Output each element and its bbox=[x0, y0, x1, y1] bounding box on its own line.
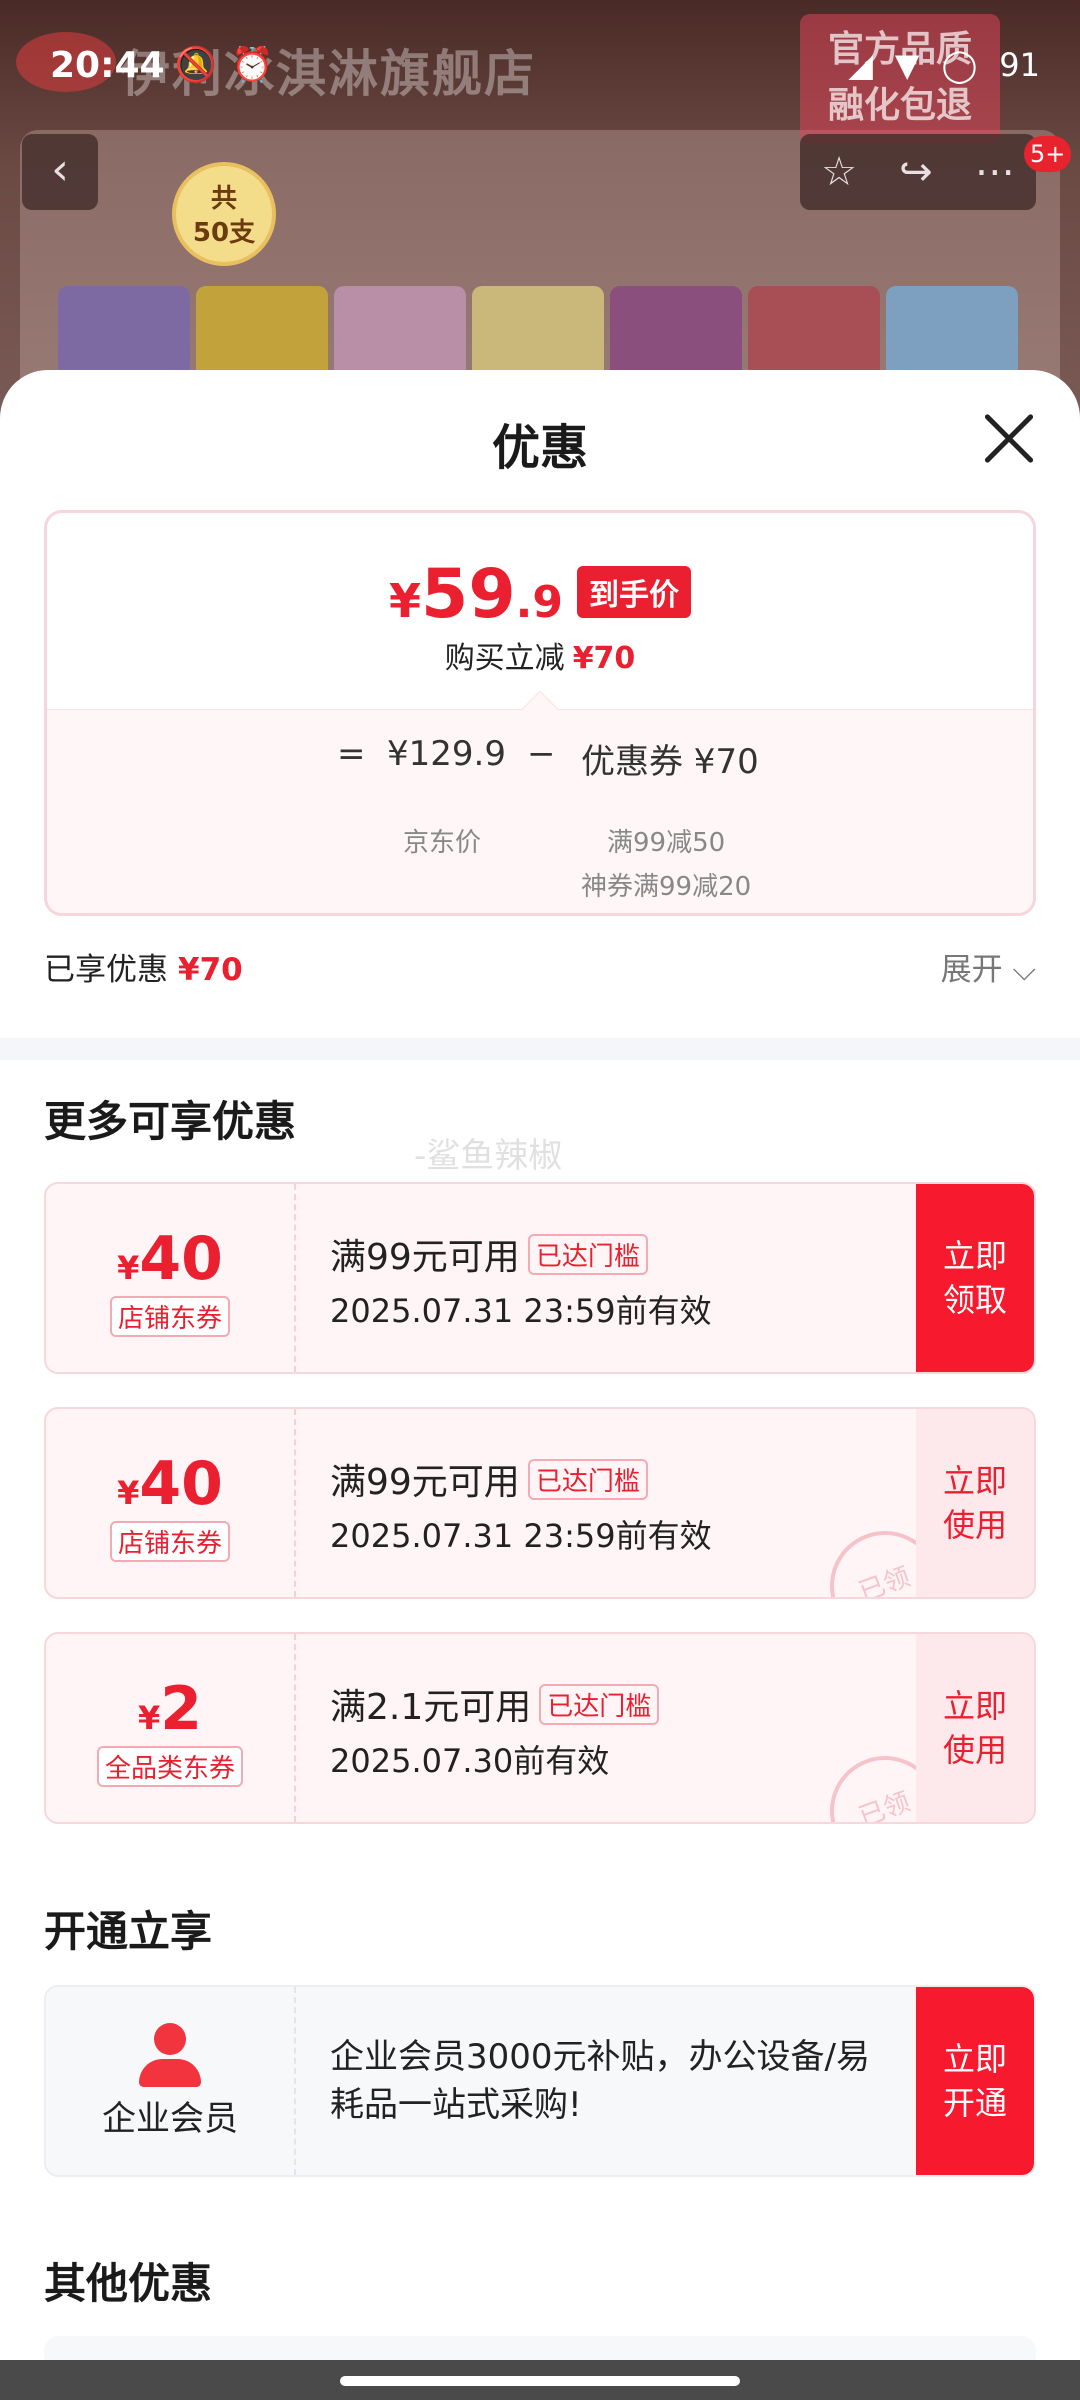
star-icon[interactable]: ☆ bbox=[821, 149, 857, 195]
message-badge: 5+ bbox=[1024, 136, 1072, 172]
action-line-2: 使用 bbox=[942, 1506, 1007, 1544]
wifi-icon: ▼ bbox=[894, 46, 920, 84]
battery-level: 91 bbox=[999, 46, 1040, 84]
member-icon-section: 企业会员 bbox=[46, 1987, 296, 2175]
coupon-card: ¥40 店铺东券 满99元可用 已达门槛 2025.07.31 23:59前有效 … bbox=[44, 1407, 1036, 1599]
coupon-card: ¥40 店铺东券 满99元可用 已达门槛 2025.07.31 23:59前有效 … bbox=[44, 1182, 1036, 1374]
member-label: 企业会员 bbox=[102, 2099, 238, 2139]
coupon-total: 优惠券 ¥70 bbox=[581, 742, 759, 782]
coupon-currency: ¥ bbox=[137, 1699, 161, 1737]
coupon-value: 2 bbox=[160, 1674, 202, 1744]
final-price-tag: 到手价 bbox=[577, 566, 691, 618]
action-line-1: 立即 bbox=[942, 2040, 1007, 2078]
use-coupon-button[interactable]: 立即 使用 bbox=[916, 1634, 1034, 1822]
pack-count-badge: 共 50支 bbox=[172, 162, 276, 266]
coupon-info: 满99元可用 已达门槛 2025.07.31 23:59前有效 bbox=[330, 1228, 712, 1332]
back-button[interactable]: ‹ bbox=[22, 134, 98, 210]
coupon-amount-section: ¥40 店铺东券 bbox=[46, 1409, 296, 1597]
action-line-2: 开通 bbox=[942, 2084, 1007, 2122]
coupon-detail-1: 满99减50 bbox=[607, 828, 726, 858]
final-price-card: ¥ 59 .9 到手价 购买立减 ¥70 = ¥129.9 − 优惠券 ¥70 京… bbox=[44, 510, 1036, 916]
coupon-kind: 店铺东券 bbox=[109, 1521, 230, 1562]
price-currency: ¥ bbox=[389, 574, 422, 628]
threshold-reached-tag: 已达门槛 bbox=[527, 1234, 648, 1275]
section-divider bbox=[0, 1038, 1080, 1060]
coupon-value: 40 bbox=[139, 1449, 223, 1519]
price-summary: ¥ 59 .9 到手价 购买立减 ¥70 bbox=[47, 513, 1033, 709]
claim-coupon-button[interactable]: 立即 领取 bbox=[916, 1184, 1034, 1372]
jd-price-label: 京东价 bbox=[403, 828, 482, 858]
coupon-amount: ¥40 bbox=[46, 1224, 294, 1294]
expand-toggle[interactable]: 展开 ⌵ bbox=[941, 944, 1036, 989]
more-discounts-title: 更多可享优惠 bbox=[44, 1097, 297, 1146]
status-time: 20:44 bbox=[50, 44, 165, 86]
saving-line: 购买立减 ¥70 bbox=[47, 633, 1033, 677]
member-description: 企业会员3000元补贴，办公设备/易耗品一站式采购! bbox=[330, 2037, 870, 2125]
coupon-amount: ¥40 bbox=[46, 1449, 294, 1519]
coupon-value: 40 bbox=[139, 1224, 223, 1294]
coupon-validity: 2025.07.30前有效 bbox=[330, 1742, 610, 1780]
signal-icon: ◢ bbox=[848, 46, 873, 84]
action-line-1: 立即 bbox=[942, 1687, 1007, 1725]
home-gesture-handle[interactable] bbox=[340, 2376, 740, 2386]
open-benefits-title: 开通立享 bbox=[44, 1907, 213, 1956]
threshold-reached-tag: 已达门槛 bbox=[539, 1684, 660, 1725]
enjoyed-value: ¥70 bbox=[178, 952, 243, 988]
enterprise-member-card: 企业会员 企业会员3000元补贴，办公设备/易耗品一站式采购! 立即 开通 bbox=[44, 1985, 1036, 2177]
coupon-validity: 2025.07.31 23:59前有效 bbox=[330, 1517, 712, 1555]
coupon-currency: ¥ bbox=[117, 1249, 140, 1287]
action-line-2: 领取 bbox=[942, 1281, 1007, 1319]
enjoyed-discount: 已享优惠 ¥70 bbox=[44, 944, 243, 989]
coupon-condition: 满99元可用 bbox=[330, 1462, 520, 1503]
coupon-kind: 店铺东券 bbox=[109, 1296, 230, 1337]
coupon-condition: 满99元可用 bbox=[330, 1237, 520, 1278]
coupon-validity: 2025.07.31 23:59前有效 bbox=[330, 1292, 712, 1330]
coupon-info: 满99元可用 已达门槛 2025.07.31 23:59前有效 bbox=[330, 1453, 712, 1557]
threshold-reached-tag: 已达门槛 bbox=[527, 1459, 648, 1500]
price-breakdown: = ¥129.9 − 优惠券 ¥70 京东价 满99减50 神券满99减20 bbox=[47, 690, 1033, 913]
price-integer: 59 bbox=[421, 555, 516, 634]
other-discounts-title: 其他优惠 bbox=[44, 2259, 213, 2308]
equals-sign: = bbox=[337, 734, 366, 774]
discount-sheet: 优惠 ¥ 59 .9 到手价 购买立减 ¥70 = ¥129.9 − 优惠券 ¥7… bbox=[0, 370, 1080, 2360]
coupon-currency: ¥ bbox=[117, 1474, 140, 1512]
more-icon[interactable]: ⋯ bbox=[975, 149, 1015, 195]
coupon-condition: 满2.1元可用 bbox=[330, 1687, 532, 1728]
coupon-detail-2: 神券满99减20 bbox=[581, 872, 752, 902]
price-decimal: .9 bbox=[515, 577, 563, 628]
status-bar: 20:44 🔕 ⏰ ◢ ▼ ◯ 91 bbox=[0, 0, 1080, 130]
coupon-amount-section: ¥2 全品类东券 bbox=[46, 1634, 296, 1822]
share-icon[interactable]: ↪ bbox=[899, 149, 933, 195]
action-line-1: 立即 bbox=[942, 1462, 1007, 1500]
pack-badge-line-1: 共 bbox=[210, 184, 237, 214]
final-price: ¥ 59 .9 到手价 bbox=[47, 555, 1033, 634]
system-navigation-bar bbox=[0, 2360, 1080, 2400]
chevron-left-icon: ‹ bbox=[51, 144, 69, 195]
action-line-1: 立即 bbox=[942, 1237, 1007, 1275]
product-toolbar: ☆ ↪ ⋯ bbox=[800, 134, 1036, 210]
saving-label: 购买立减 bbox=[444, 641, 565, 676]
other-discount-card bbox=[44, 2336, 1036, 2360]
jd-price: ¥129.9 bbox=[387, 734, 506, 774]
mute-icon: 🔕 bbox=[174, 45, 217, 85]
coupon-kind: 全品类东券 bbox=[96, 1746, 243, 1787]
coupon-amount-section: ¥40 店铺东券 bbox=[46, 1184, 296, 1372]
coupon-card: ¥2 全品类东券 满2.1元可用 已达门槛 2025.07.30前有效 已领 立即… bbox=[44, 1632, 1036, 1824]
saving-value: ¥70 bbox=[572, 641, 636, 676]
sheet-header: 优惠 bbox=[0, 370, 1080, 510]
person-icon bbox=[135, 2023, 205, 2087]
battery-icon: ◯ bbox=[941, 46, 978, 84]
alarm-icon: ⏰ bbox=[230, 45, 274, 85]
close-icon[interactable] bbox=[980, 410, 1036, 466]
activate-member-button[interactable]: 立即 开通 bbox=[916, 1987, 1034, 2175]
pack-badge-line-2: 50支 bbox=[192, 218, 256, 248]
watermark: -鲨鱼辣椒 bbox=[414, 1136, 563, 1176]
enjoyed-label: 已享优惠 bbox=[44, 952, 168, 988]
use-coupon-button[interactable]: 立即 使用 bbox=[916, 1409, 1034, 1597]
coupon-amount: ¥2 bbox=[46, 1674, 294, 1744]
coupon-info: 满2.1元可用 已达门槛 2025.07.30前有效 bbox=[330, 1678, 660, 1782]
minus-sign: − bbox=[527, 734, 556, 774]
sheet-title: 优惠 bbox=[491, 420, 588, 476]
action-line-2: 使用 bbox=[942, 1731, 1007, 1769]
